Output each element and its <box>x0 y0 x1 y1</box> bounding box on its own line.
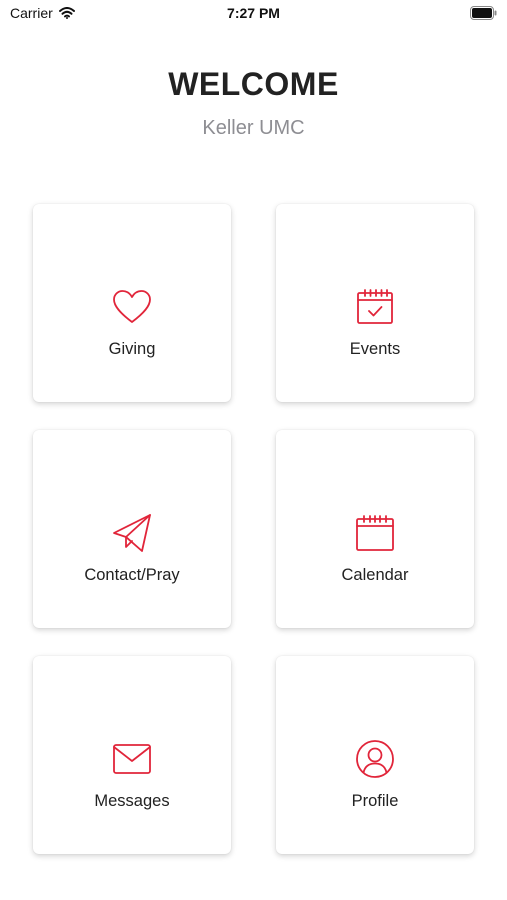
calendar-icon <box>276 514 474 552</box>
profile-label: Profile <box>351 792 399 810</box>
page-subtitle: Keller UMC <box>202 117 305 139</box>
user-circle-icon <box>276 740 474 778</box>
messages-label: Messages <box>94 792 170 810</box>
calendar-tile[interactable]: Calendar <box>276 430 474 628</box>
envelope-icon <box>33 740 231 778</box>
giving-label: Giving <box>108 340 156 358</box>
status-time: 7:27 PM <box>227 5 280 21</box>
contact-pray-label: Contact/Pray <box>84 566 180 584</box>
giving-tile[interactable]: Giving <box>33 204 231 402</box>
home-screen: Carrier 7:27 PM WELCOME Keller UMC Givin… <box>0 0 507 900</box>
calendar-label: Calendar <box>341 566 409 584</box>
contact-pray-tile[interactable]: Contact/Pray <box>33 430 231 628</box>
status-bar: Carrier 7:27 PM <box>0 0 507 28</box>
profile-tile[interactable]: Profile <box>276 656 474 854</box>
page-title: WELCOME <box>168 66 339 102</box>
calendar-check-icon <box>276 288 474 326</box>
heart-icon <box>33 288 231 326</box>
events-tile[interactable]: Events <box>276 204 474 402</box>
battery-icon <box>470 6 497 20</box>
events-label: Events <box>349 340 401 358</box>
paper-plane-icon <box>33 514 231 552</box>
messages-tile[interactable]: Messages <box>33 656 231 854</box>
